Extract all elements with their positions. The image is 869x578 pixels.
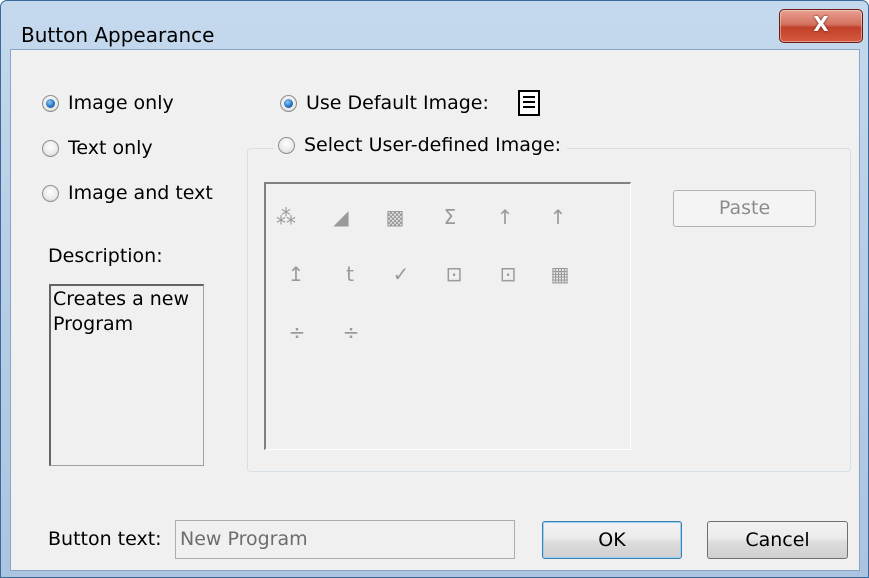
divide-icon[interactable]: ÷ (285, 320, 309, 344)
close-button[interactable]: X (779, 9, 863, 43)
hierarchy-icon[interactable]: ⁂ (274, 205, 298, 229)
overlay-icon[interactable]: ▩ (383, 205, 407, 229)
select-frame-icon[interactable]: ⊡ (442, 262, 466, 286)
title-bar[interactable]: Button Appearance X (1, 1, 868, 49)
paste-button[interactable]: Paste (673, 190, 816, 227)
sort-up-small-icon[interactable]: ↑ (493, 205, 517, 229)
radio-select-user-image-indicator[interactable] (278, 136, 295, 154)
sigma-icon[interactable]: Σ (438, 205, 462, 229)
new-program-icon (518, 90, 540, 116)
button-text-label: Button text: (48, 528, 162, 550)
cancel-button[interactable]: Cancel (707, 521, 848, 559)
radio-image-and-text-label: Image and text (68, 182, 213, 204)
paint-bucket-icon[interactable]: ◢ (329, 205, 353, 229)
radio-text-only[interactable]: Text only (42, 137, 153, 159)
sort-rn-icon[interactable]: ▦ (548, 262, 572, 286)
dialog-window: Button Appearance X Image only Text only… (0, 0, 869, 578)
description-label: Description: (48, 245, 163, 267)
ok-button[interactable]: OK (542, 521, 682, 559)
description-box: Creates a new Program (49, 284, 204, 466)
radio-image-and-text[interactable]: Image and text (42, 182, 213, 204)
sort-up-icon[interactable]: ↑ (546, 205, 570, 229)
radio-use-default-image-indicator[interactable] (280, 94, 297, 112)
radio-text-only-label: Text only (68, 137, 153, 159)
window-title: Button Appearance (21, 23, 215, 47)
icon-picker-list[interactable]: ⁂ ◢ ▩ Σ ↑ ↑ ↥ t ✓ ⊡ ⊡ ▦ ÷ ÷ (264, 182, 631, 450)
close-icon: X (813, 12, 829, 36)
radio-image-only[interactable]: Image only (42, 92, 174, 114)
select-frame-alt-icon[interactable]: ⊡ (496, 262, 520, 286)
arrow-up-t-icon[interactable]: t (338, 262, 362, 286)
radio-use-default-image-label: Use Default Image: (306, 92, 489, 114)
arrow-up-bar-icon[interactable]: ↥ (284, 262, 308, 286)
radio-image-only-indicator[interactable] (42, 94, 59, 112)
radio-image-and-text-indicator[interactable] (42, 184, 59, 202)
radio-select-user-image[interactable]: Select User-defined Image: (274, 134, 568, 156)
radio-use-default-image[interactable]: Use Default Image: (280, 92, 489, 114)
dialog-client-area: Image only Text only Image and text Desc… (10, 49, 860, 571)
radio-select-user-image-label: Select User-defined Image: (304, 134, 562, 156)
divide-alt-icon[interactable]: ÷ (339, 320, 363, 344)
radio-image-only-label: Image only (68, 92, 174, 114)
radio-text-only-indicator[interactable] (42, 139, 59, 157)
button-text-input[interactable]: New Program (175, 520, 515, 559)
spell-check-icon[interactable]: ✓ (389, 262, 413, 286)
